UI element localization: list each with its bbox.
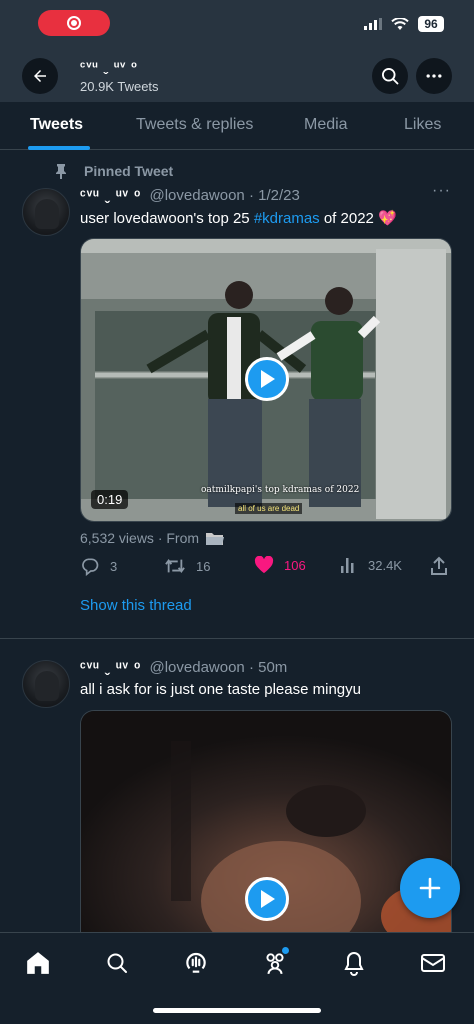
nav-home[interactable] (22, 947, 54, 979)
compose-tweet-button[interactable] (400, 858, 460, 918)
tweet-text-part: user lovedawoon's top 25 (80, 210, 254, 227)
display-name[interactable]: ᶜᵛᵘ ˬ ᵘᵛ ᵒ (80, 187, 141, 204)
pinned-text: Pinned Tweet (84, 163, 174, 179)
heart-icon (254, 556, 274, 574)
avatar[interactable] (22, 188, 70, 236)
tweet-video[interactable] (80, 710, 452, 950)
tweet-header: ᶜᵛᵘ ˬ ᵘᵛ ᵒ @lovedawoon · 50m (80, 659, 287, 676)
analytics-count: 32.4K (368, 557, 402, 573)
views-text: 6,532 views · From (80, 530, 200, 546)
retweet-button[interactable]: 16 (164, 556, 210, 576)
pin-icon (56, 164, 66, 179)
home-icon (27, 952, 49, 974)
retweet-count: 16 (196, 558, 211, 574)
play-button[interactable] (245, 357, 289, 401)
battery-level: 96 (418, 16, 444, 32)
tweet-actions: 3 16 106 32.4K (80, 556, 452, 578)
more-horizontal-icon (426, 74, 442, 78)
bell-icon (344, 951, 364, 976)
avatar[interactable] (22, 660, 70, 708)
nav-spaces[interactable] (180, 947, 212, 979)
system-icons: 96 (364, 16, 444, 32)
retweet-icon (165, 559, 185, 573)
tweet-count: 20.9K Tweets (80, 79, 159, 94)
display-name[interactable]: ᶜᵛᵘ ˬ ᵘᵛ ᵒ (80, 659, 141, 676)
view-count: 6,532 views · From (80, 530, 225, 546)
video-subtitle: all of us are dead (235, 503, 303, 514)
tweet-header: ᶜᵛᵘ ˬ ᵘᵛ ᵒ @lovedawoon · 1/2/23 (80, 187, 300, 204)
wifi-icon (391, 17, 409, 30)
analytics-icon (341, 558, 354, 573)
play-icon (261, 370, 275, 388)
mail-icon (421, 954, 445, 972)
tweet-text: user lovedawoon's top 25 #kdramas of 202… (80, 209, 397, 227)
reply-icon (82, 558, 99, 576)
signal-icon (364, 18, 382, 30)
record-icon (67, 16, 81, 30)
tweet-text-part: of 2022 💖 (319, 210, 397, 227)
profile-header: ᶜᵛᵘ ˬ ᵘᵛ ᵒ 20.9K Tweets (0, 50, 474, 102)
nav-messages[interactable] (417, 947, 449, 979)
tweet-text: all i ask for is just one taste please m… (80, 681, 361, 698)
tab-tweets-replies[interactable]: Tweets & replies (136, 116, 253, 134)
screen-recording-indicator[interactable] (38, 10, 110, 36)
home-indicator[interactable] (153, 1008, 321, 1013)
analytics-button[interactable]: 32.4K (340, 556, 402, 574)
spaces-icon (186, 953, 206, 973)
reply-count: 3 (110, 558, 118, 574)
like-button[interactable]: 106 (254, 556, 306, 574)
play-icon (261, 890, 275, 908)
search-icon (107, 953, 127, 973)
search-button[interactable] (372, 58, 408, 94)
profile-tabs: Tweets Tweets & replies Media Likes (0, 102, 474, 150)
notification-dot (282, 947, 289, 954)
share-button[interactable] (430, 556, 448, 576)
arrow-left-icon (34, 70, 46, 82)
tab-tweets[interactable]: Tweets (30, 116, 83, 134)
nav-communities[interactable] (259, 947, 291, 979)
back-button[interactable] (22, 58, 58, 94)
video-duration: 0:19 (91, 490, 129, 509)
reply-button[interactable]: 3 (80, 556, 117, 576)
nav-notifications[interactable] (338, 947, 370, 979)
more-button[interactable] (416, 58, 452, 94)
folder-icon (206, 533, 225, 545)
handle-time: @lovedawoon · 50m (149, 659, 288, 676)
active-tab-indicator (28, 146, 90, 150)
hashtag-link[interactable]: #kdramas (254, 210, 320, 227)
tweet-video[interactable]: oatmilkpapi's top kdramas of 2022 all of… (80, 238, 452, 522)
tab-media[interactable]: Media (304, 116, 348, 134)
plus-icon (419, 877, 441, 899)
search-icon (382, 68, 399, 85)
status-bar: 96 (0, 0, 474, 50)
handle-time: @lovedawoon · 1/2/23 (149, 187, 300, 204)
show-thread-link[interactable]: Show this thread (80, 597, 192, 614)
share-icon (431, 556, 447, 575)
tweet-more-icon[interactable]: ··· (432, 182, 451, 200)
pinned-label: Pinned Tweet (54, 163, 173, 179)
like-count: 106 (284, 557, 306, 573)
video-caption: oatmilkpapi's top kdramas of 2022 (201, 485, 360, 495)
nav-search[interactable] (101, 947, 133, 979)
profile-name: ᶜᵛᵘ ˬ ᵘᵛ ᵒ (80, 58, 138, 74)
tab-likes[interactable]: Likes (404, 116, 441, 134)
play-button[interactable] (245, 877, 289, 921)
tweet-divider (0, 638, 474, 639)
